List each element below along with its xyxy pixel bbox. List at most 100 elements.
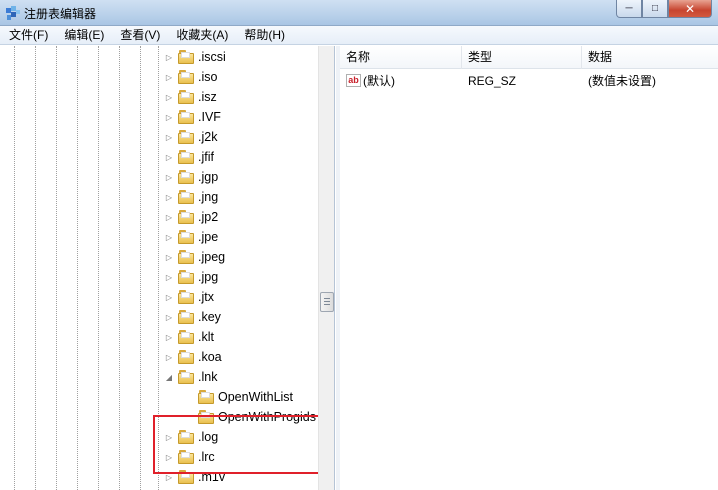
- menu-file[interactable]: 文件(F): [0, 26, 55, 45]
- folder-icon: [178, 150, 195, 164]
- tree-key[interactable]: ▷ .iscsi: [164, 47, 226, 67]
- expand-arrow-icon[interactable]: ▷: [164, 72, 174, 82]
- key-label: .jng: [198, 190, 219, 204]
- folder-icon: [178, 370, 195, 384]
- key-label: .jgp: [198, 170, 219, 184]
- tree-key[interactable]: ▷ .jpe: [164, 227, 218, 247]
- tree-guide-line: [140, 46, 141, 490]
- folder-icon: [178, 90, 195, 104]
- tree-key[interactable]: ▷ .koa: [164, 347, 222, 367]
- tree-key[interactable]: ▷ .key: [164, 307, 221, 327]
- menu-favorites[interactable]: 收藏夹(A): [167, 26, 235, 45]
- grip-line: [324, 304, 330, 305]
- string-value-icon: ab: [346, 74, 361, 88]
- expand-arrow-icon[interactable]: ▷: [164, 272, 174, 282]
- registry-editor-icon: [6, 6, 20, 20]
- minimize-button[interactable]: ─: [616, 0, 642, 18]
- column-data-header[interactable]: 数据: [582, 46, 718, 69]
- maximize-button[interactable]: □: [642, 0, 668, 18]
- expand-arrow-icon[interactable]: ▷: [164, 152, 174, 162]
- folder-icon: [178, 230, 195, 244]
- grip-line: [324, 301, 330, 302]
- key-label: .jpg: [198, 270, 219, 284]
- key-label: .jtx: [198, 290, 214, 304]
- key-label: .jp2: [198, 210, 219, 224]
- list-header: 名称 类型 数据: [340, 46, 718, 69]
- key-label: .jfif: [198, 150, 214, 164]
- tree-key[interactable]: ▷ .klt: [164, 327, 214, 347]
- expand-arrow-icon[interactable]: ▷: [164, 132, 174, 142]
- tree-guide-line: [35, 46, 36, 490]
- tree-key[interactable]: ▷ .jfif: [164, 147, 214, 167]
- tree-key[interactable]: ▷ .jpeg: [164, 247, 225, 267]
- key-label: .jpeg: [198, 250, 226, 264]
- key-label: .koa: [198, 350, 222, 364]
- menu-help[interactable]: 帮助(H): [235, 26, 292, 45]
- values-list[interactable]: 名称 类型 数据 ab (默认) REG_SZ (数值未设置): [340, 46, 718, 490]
- folder-icon: [178, 70, 195, 84]
- tree-guide-line: [98, 46, 99, 490]
- registry-tree[interactable]: ▷ .iscsi ▷ .iso ▷ .isz ▷ .IVF ▷ .j2k ▷ .jfif ▷ .jgp ▷.…: [0, 46, 335, 490]
- menu-bar: 文件(F) 编辑(E) 查看(V) 收藏夹(A) 帮助(H): [0, 26, 718, 45]
- folder-icon: [178, 210, 195, 224]
- tree-key[interactable]: ▷ .j2k: [164, 127, 217, 147]
- key-label: .klt: [198, 330, 214, 344]
- folder-icon: [178, 110, 195, 124]
- folder-icon: [178, 170, 195, 184]
- expand-arrow-icon[interactable]: ▷: [164, 252, 174, 262]
- collapse-arrow-icon[interactable]: ◢: [164, 372, 174, 382]
- grip-line: [324, 298, 330, 299]
- folder-icon: [178, 130, 195, 144]
- key-label: .lnk: [198, 370, 218, 384]
- folder-icon: [198, 390, 215, 404]
- folder-icon: [178, 330, 195, 344]
- expand-arrow-icon[interactable]: ▷: [164, 92, 174, 102]
- tree-key[interactable]: ◢ .lnk: [164, 367, 217, 387]
- expand-arrow-icon[interactable]: ▷: [164, 172, 174, 182]
- key-label: .j2k: [198, 130, 218, 144]
- key-label: .IVF: [198, 110, 221, 124]
- folder-icon: [178, 270, 195, 284]
- value-name: (默认): [363, 74, 395, 88]
- expand-arrow-icon[interactable]: ▷: [164, 212, 174, 222]
- list-row[interactable]: ab (默认) REG_SZ (数值未设置): [340, 71, 718, 91]
- column-name-header[interactable]: 名称: [340, 46, 462, 69]
- tree-key[interactable]: ▷ .jgp: [164, 167, 218, 187]
- highlight-box: [153, 415, 322, 474]
- tree-key[interactable]: ▷ .jng: [164, 187, 218, 207]
- folder-icon: [178, 50, 195, 64]
- expand-arrow-icon[interactable]: ▷: [164, 112, 174, 122]
- tree-scrollbar[interactable]: [318, 46, 334, 490]
- menu-view[interactable]: 查看(V): [111, 26, 167, 45]
- key-label: .isz: [198, 90, 217, 104]
- tree-key[interactable]: ▷ .IVF: [164, 107, 221, 127]
- key-label: OpenWithList: [218, 390, 294, 404]
- folder-icon: [178, 190, 195, 204]
- expand-arrow-icon[interactable]: ▷: [164, 192, 174, 202]
- expand-arrow-icon[interactable]: ▷: [164, 232, 174, 242]
- tree-key[interactable]: ▷ .isz: [164, 87, 217, 107]
- tree-key[interactable]: ▷ .jp2: [164, 207, 218, 227]
- value-type: REG_SZ: [468, 74, 517, 88]
- key-label: .jpe: [198, 230, 219, 244]
- folder-icon: [178, 310, 195, 324]
- tree-subkey[interactable]: OpenWithList: [198, 387, 293, 407]
- folder-icon: [178, 250, 195, 264]
- expand-arrow-icon[interactable]: ▷: [164, 52, 174, 62]
- column-type-header[interactable]: 类型: [462, 46, 582, 69]
- expand-arrow-icon[interactable]: ▷: [164, 332, 174, 342]
- scrollbar-thumb[interactable]: [320, 292, 334, 312]
- close-button[interactable]: ✕: [668, 0, 712, 18]
- expand-arrow-icon[interactable]: ▷: [164, 352, 174, 362]
- tree-key[interactable]: ▷ .jtx: [164, 287, 214, 307]
- window-controls: ─ □ ✕: [616, 0, 712, 18]
- folder-icon: [178, 290, 195, 304]
- menu-edit[interactable]: 编辑(E): [55, 26, 111, 45]
- folder-icon: [178, 350, 195, 364]
- tree-key[interactable]: ▷ .iso: [164, 67, 217, 87]
- tree-key[interactable]: ▷ .jpg: [164, 267, 218, 287]
- value-name-cell: ab (默认): [346, 71, 395, 91]
- expand-arrow-icon[interactable]: ▷: [164, 292, 174, 302]
- expand-arrow-icon[interactable]: ▷: [164, 312, 174, 322]
- key-label: .key: [198, 310, 221, 324]
